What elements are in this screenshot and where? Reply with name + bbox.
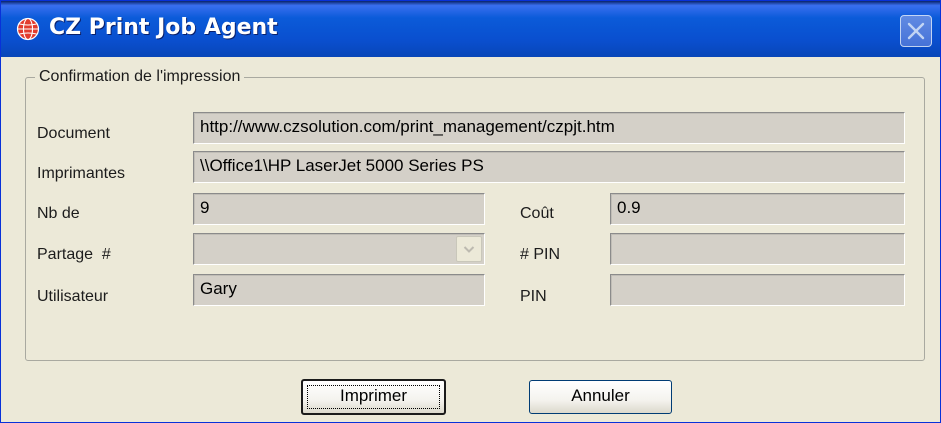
print-job-agent-window: CZ Print Job Agent Confirmation de l'imp… xyxy=(0,0,941,423)
nb-de-label: Nb de xyxy=(37,205,80,222)
partage-dropdown[interactable] xyxy=(193,233,485,265)
pin-field[interactable] xyxy=(610,274,905,306)
utilisateur-field[interactable]: Gary xyxy=(193,274,485,306)
chevron-down-icon xyxy=(463,246,475,253)
pin-number-field[interactable] xyxy=(610,233,905,265)
pin-number-label: # PIN xyxy=(520,246,561,263)
imprimer-button-label: Imprimer xyxy=(339,386,408,405)
imprimer-button[interactable]: Imprimer xyxy=(301,379,446,415)
cout-label: Coût xyxy=(520,205,554,222)
document-field[interactable]: http://www.czsolution.com/print_manageme… xyxy=(193,112,905,144)
close-icon xyxy=(907,22,925,40)
cout-field[interactable]: 0.9 xyxy=(610,193,905,225)
utilisateur-label: Utilisateur xyxy=(37,288,109,305)
group-legend: Confirmation de l'impression xyxy=(35,67,245,87)
globe-icon xyxy=(16,17,40,41)
annuler-button[interactable]: Annuler xyxy=(529,380,672,414)
annuler-button-label: Annuler xyxy=(571,386,630,405)
pin-label: PIN xyxy=(520,288,547,305)
title-bar[interactable]: CZ Print Job Agent xyxy=(1,1,940,57)
imprimantes-label: Imprimantes xyxy=(37,165,126,182)
partage-dropdown-button[interactable] xyxy=(456,236,482,262)
imprimantes-field[interactable]: \\Office1\HP LaserJet 5000 Series PS xyxy=(193,151,905,183)
document-label: Document xyxy=(37,125,110,142)
nb-de-field[interactable]: 9 xyxy=(193,193,485,225)
window-title: CZ Print Job Agent xyxy=(49,15,278,40)
partage-label: Partage # xyxy=(37,246,111,263)
close-button[interactable] xyxy=(900,15,932,47)
